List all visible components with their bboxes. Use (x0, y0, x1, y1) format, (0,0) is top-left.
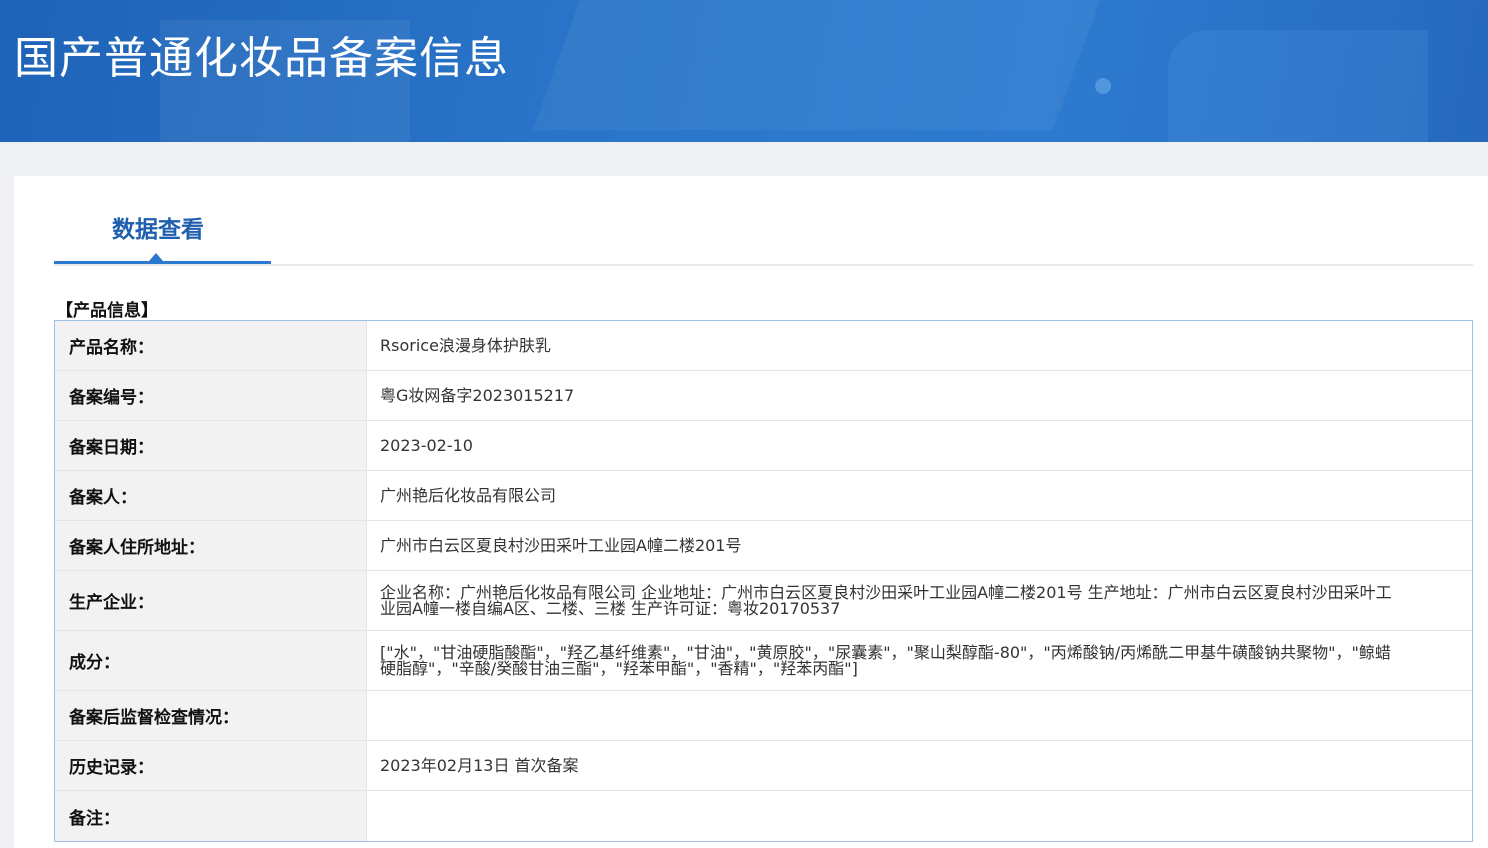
tab-active-caret-icon (149, 253, 163, 261)
content-panel: 数据查看 【产品信息】 产品名称： Rsorice浪漫身体护肤乳 备案编号： 粤… (14, 176, 1488, 848)
row-value: 2023年02月13日 首次备案 (380, 755, 579, 775)
table-row-filer: 备案人： 广州艳后化妆品有限公司 (55, 471, 1472, 521)
row-label: 生产企业： (55, 571, 367, 630)
row-label: 产品名称： (55, 321, 367, 370)
row-value (367, 791, 1472, 841)
page-title: 国产普通化妆品备案信息 (14, 33, 509, 84)
row-value: 2023-02-10 (380, 435, 473, 455)
row-label: 备案日期： (55, 421, 367, 470)
row-label: 历史记录： (55, 741, 367, 790)
table-row-manufacturer: 生产企业： 企业名称：广州艳后化妆品有限公司 企业地址：广州市白云区夏良村沙田采… (55, 571, 1472, 631)
row-value (367, 691, 1472, 740)
row-value: 广州艳后化妆品有限公司 (380, 485, 557, 505)
header-banner: 国产普通化妆品备案信息 (0, 0, 1488, 142)
product-info-table: 产品名称： Rsorice浪漫身体护肤乳 备案编号： 粤G妆网备字2023015… (54, 320, 1473, 842)
row-label: 成分： (55, 631, 367, 690)
banner-decoration (532, 0, 1108, 130)
table-row-remarks: 备注： (55, 791, 1472, 841)
table-row-history: 历史记录： 2023年02月13日 首次备案 (55, 741, 1472, 791)
row-value: 企业名称：广州艳后化妆品有限公司 企业地址：广州市白云区夏良村沙田采叶工业园A幢… (380, 582, 1392, 618)
tab-bar: 数据查看 (54, 176, 1473, 266)
banner-decoration (1168, 30, 1428, 142)
table-row-filer-address: 备案人住所地址： 广州市白云区夏良村沙田采叶工业园A幢二楼201号 (55, 521, 1472, 571)
table-row-supervision: 备案后监督检查情况： (55, 691, 1472, 741)
row-value: 广州市白云区夏良村沙田采叶工业园A幢二楼201号 (380, 535, 742, 555)
section-title-product-info: 【产品信息】 (56, 301, 158, 321)
row-label: 备注： (55, 791, 367, 841)
tab-data-view[interactable]: 数据查看 (54, 176, 271, 264)
table-row-filing-date: 备案日期： 2023-02-10 (55, 421, 1472, 471)
row-label: 备案编号： (55, 371, 367, 420)
banner-decoration-dot (1095, 78, 1111, 94)
row-value: ["水"，"甘油硬脂酸酯"，"羟乙基纤维素"，"甘油"，"黄原胶"，"尿囊素"，… (380, 642, 1391, 678)
table-row-filing-number: 备案编号： 粤G妆网备字2023015217 (55, 371, 1472, 421)
row-label: 备案人： (55, 471, 367, 520)
row-value: 粤G妆网备字2023015217 (380, 385, 575, 405)
row-label: 备案人住所地址： (55, 521, 367, 570)
tab-label: 数据查看 (112, 217, 204, 243)
row-label: 备案后监督检查情况： (55, 691, 367, 740)
row-value: Rsorice浪漫身体护肤乳 (380, 335, 551, 355)
table-row-product-name: 产品名称： Rsorice浪漫身体护肤乳 (55, 321, 1472, 371)
table-row-ingredients: 成分： ["水"，"甘油硬脂酸酯"，"羟乙基纤维素"，"甘油"，"黄原胶"，"尿… (55, 631, 1472, 691)
